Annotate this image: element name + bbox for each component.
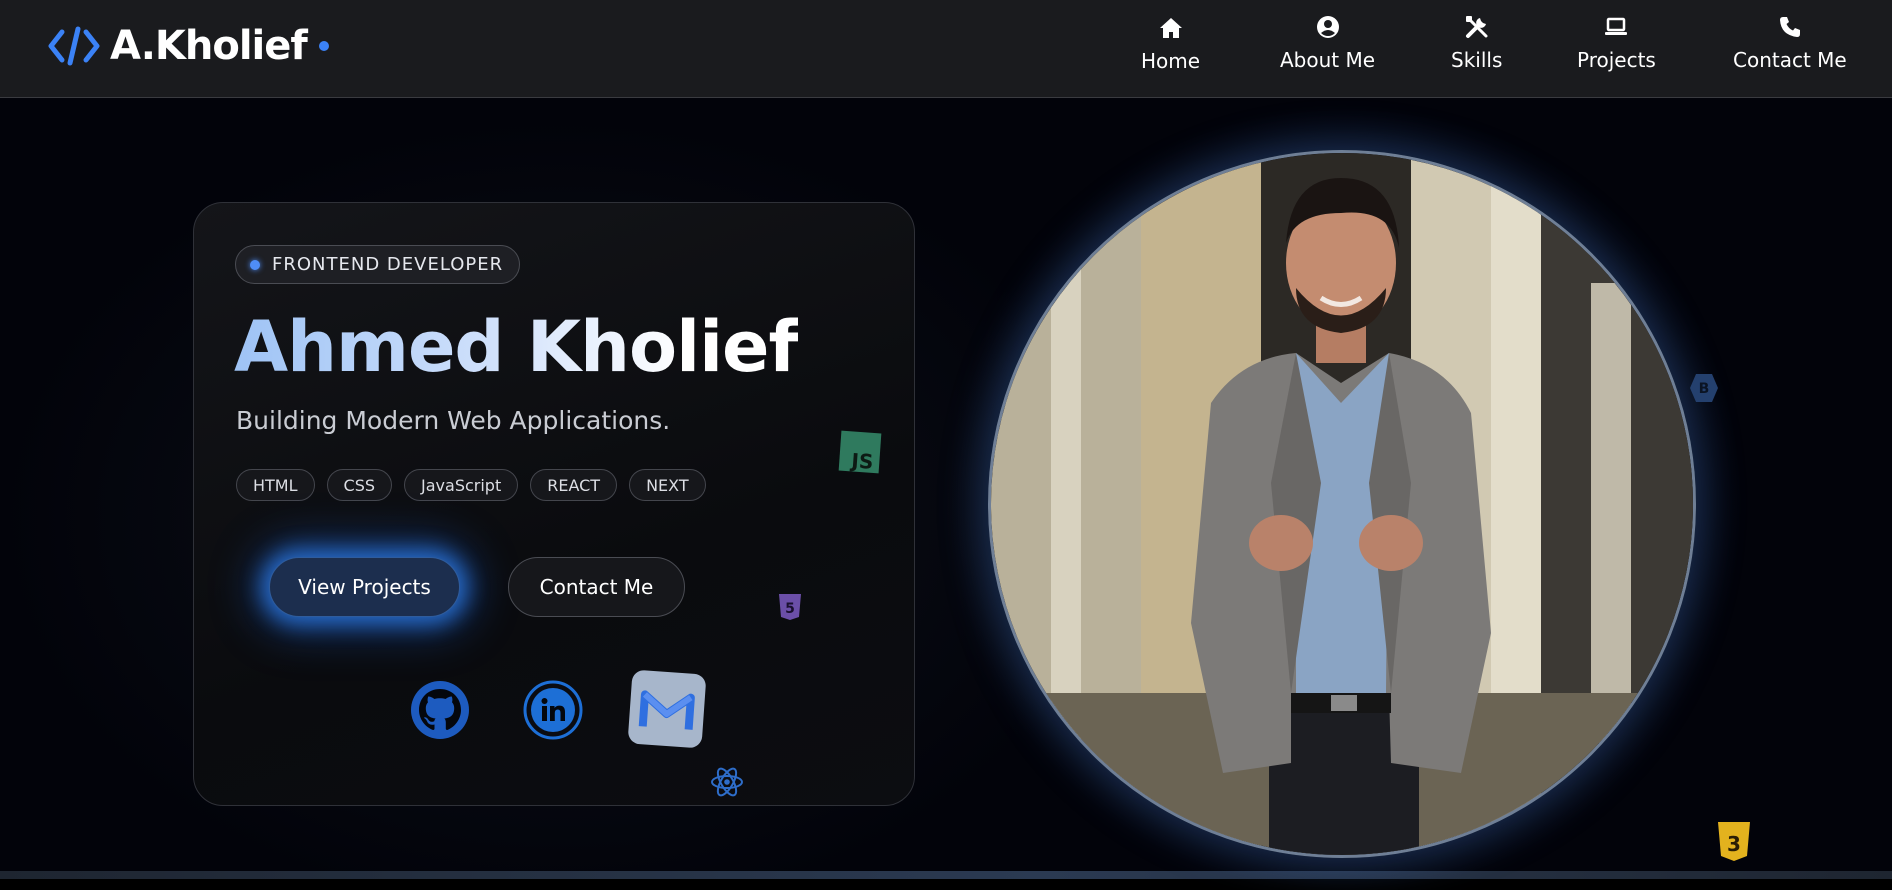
section-divider: [0, 871, 1892, 879]
nav-projects-label: Projects: [1577, 48, 1656, 72]
nav-about-label: About Me: [1280, 48, 1376, 72]
javascript-icon: JS: [838, 430, 882, 478]
hero-tagline: Building Modern Web Applications.: [236, 406, 671, 435]
nav-contact-label: Contact Me: [1733, 48, 1847, 72]
nav-contact[interactable]: Contact Me: [1733, 14, 1847, 72]
svg-text:JS: JS: [849, 448, 874, 474]
profile-photo: [988, 150, 1696, 858]
tech-tag: CSS: [326, 469, 393, 501]
role-text: FRONTEND DEVELOPER: [272, 254, 504, 275]
logo-dot: [318, 41, 329, 51]
github-icon: [411, 681, 469, 739]
tools-icon: [1465, 16, 1488, 38]
role-badge: FRONTEND DEVELOPER: [235, 245, 521, 284]
nav-skills[interactable]: Skills: [1451, 14, 1502, 72]
nav-home[interactable]: Home: [1141, 15, 1200, 73]
html5-icon: 5: [777, 592, 803, 626]
tech-tag: REACT: [530, 469, 618, 501]
site-logo[interactable]: A.Kholief: [48, 20, 329, 72]
nav-skills-label: Skills: [1451, 48, 1503, 72]
gmail-link[interactable]: [626, 668, 708, 750]
tech-tag: NEXT: [629, 469, 706, 501]
tech-tag-list: HTML CSS JavaScript REACT NEXT: [236, 469, 706, 501]
nav-projects[interactable]: Projects: [1577, 14, 1656, 72]
tech-tag: HTML: [236, 469, 315, 501]
laptop-icon: [1605, 17, 1628, 35]
user-circle-icon: [1316, 16, 1339, 38]
nav-about[interactable]: About Me: [1280, 14, 1375, 72]
gmail-icon: [628, 670, 706, 748]
linkedin-icon: [523, 680, 583, 740]
react-icon: [710, 766, 744, 802]
svg-text:B: B: [1699, 381, 1710, 397]
svg-text:3: 3: [1727, 832, 1741, 856]
code-icon: [48, 26, 100, 66]
css3-icon: 3: [1716, 820, 1752, 868]
view-projects-button[interactable]: View Projects: [269, 557, 460, 617]
phone-icon: [1779, 17, 1800, 37]
bootstrap-icon: B: [1688, 372, 1720, 408]
svg-text:5: 5: [785, 601, 795, 617]
status-dot: [250, 259, 260, 270]
tech-tag: JavaScript: [404, 469, 519, 501]
logo-text: A.Kholief: [110, 23, 308, 69]
home-icon: [1159, 18, 1182, 38]
linkedin-link[interactable]: [523, 680, 583, 740]
github-link[interactable]: [410, 680, 470, 740]
contact-me-button[interactable]: Contact Me: [508, 557, 685, 617]
top-navbar: A.Kholief Home About Me Skills Projects: [0, 0, 1892, 98]
hero-name: Ahmed Kholief: [234, 306, 799, 388]
nav-home-label: Home: [1141, 49, 1201, 73]
